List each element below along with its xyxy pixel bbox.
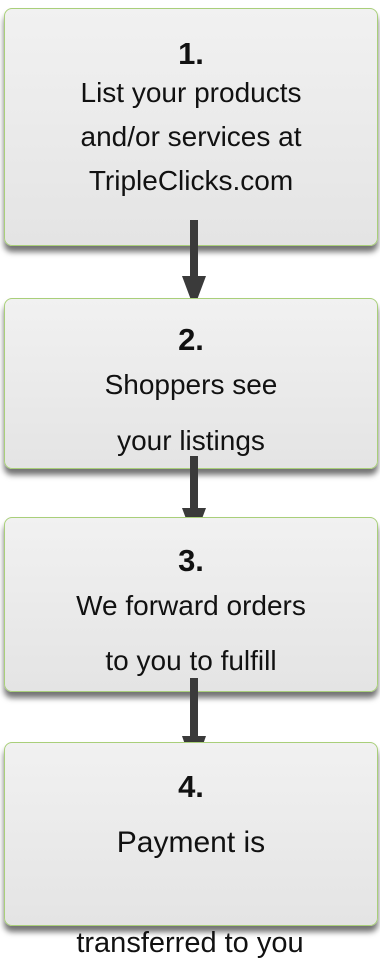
down-arrow-1 xyxy=(182,220,206,308)
step-2-line-1: Shoppers see xyxy=(104,369,278,400)
step-1-number: 1. xyxy=(178,36,204,71)
step-4-line-1: Payment is xyxy=(116,826,266,859)
step-3-box: 3. We forward orders to you to fulfill xyxy=(4,517,378,692)
step-1-box: 1. List your products and/or services at… xyxy=(4,8,378,246)
step-2-number: 2. xyxy=(178,322,204,357)
step-4-overflow-text: transferred to you xyxy=(76,927,304,959)
step-3-line-1: We forward orders xyxy=(76,590,306,621)
step-1-line-2: and/or services at xyxy=(80,121,302,152)
step-1-line-1: List your products xyxy=(80,77,302,108)
step-2-box: 2. Shoppers see your listings xyxy=(4,298,378,469)
step-1-line-3: TripleClicks.com xyxy=(88,165,294,196)
step-4-box: 4. Payment is xyxy=(4,742,378,926)
step-4-number: 4. xyxy=(178,769,204,804)
step-3-number: 3. xyxy=(178,543,204,578)
